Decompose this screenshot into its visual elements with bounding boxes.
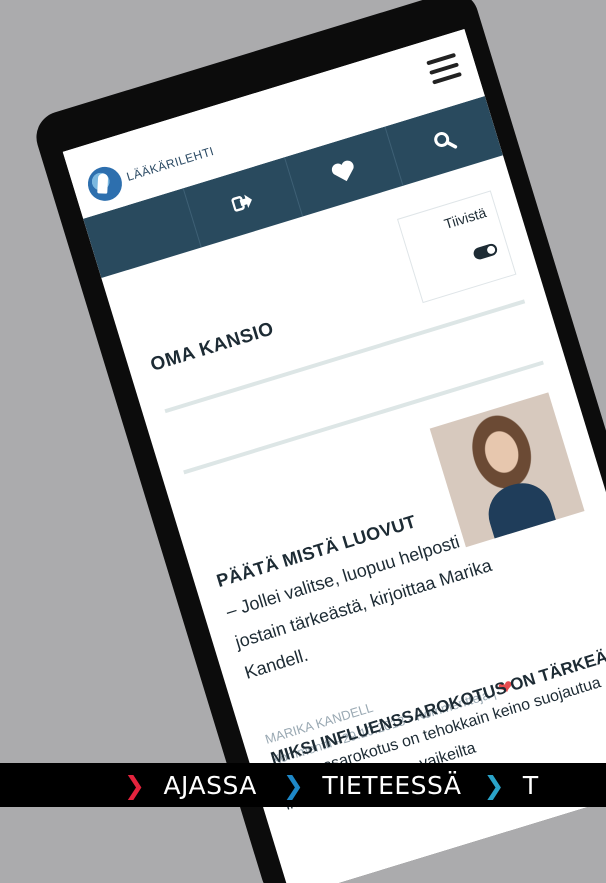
compact-toggle[interactable] [472,242,499,261]
search-icon [434,132,458,149]
toggle-label: Tiivistä [442,204,489,232]
menu-icon[interactable] [426,52,462,85]
chevron-right-icon: ❯ [124,770,146,800]
heart-icon [331,160,354,182]
chevron-right-icon: ❯ [282,770,305,800]
logo-icon [83,162,127,206]
main-content: OMA KANSIO Tiivistä PÄÄTÄ MISTÄ LUOVUT –… [101,155,606,825]
logout-icon [231,194,253,212]
tablet-screen: LÄÄKÄRILEHTI OMA KANSIO Tiivistä PÄÄTÄ M… [62,29,606,883]
photo-canvas: LÄÄKÄRILEHTI OMA KANSIO Tiivistä PÄÄTÄ M… [0,0,606,883]
ticker-item[interactable]: AJASSA [163,771,256,800]
logo-text: LÄÄKÄRILEHTI [124,143,216,184]
ticker-item[interactable]: TIETEESSÄ [322,771,461,800]
tablet-device: LÄÄKÄRILEHTI OMA KANSIO Tiivistä PÄÄTÄ M… [30,0,606,883]
compact-toggle-box[interactable]: Tiivistä [396,190,517,304]
author-photo[interactable] [429,392,585,548]
chevron-right-icon: ❯ [483,770,505,800]
page-title: OMA KANSIO [148,318,277,376]
ticker-item[interactable]: T [523,771,539,800]
news-ticker: ❯ AJASSA ❯ TIETEESSÄ ❯ T [0,763,606,807]
